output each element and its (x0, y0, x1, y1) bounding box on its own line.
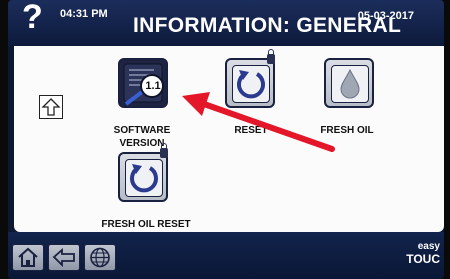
home-icon (18, 247, 38, 267)
top-bar: ? 04:31 PM INFORMATION: GENERAL 05-03-20… (8, 0, 444, 46)
scroll-up-button[interactable] (39, 95, 63, 119)
bottom-bar: easy TOUC (8, 232, 444, 279)
fryer-screen: ? 04:31 PM INFORMATION: GENERAL 05-03-20… (8, 0, 444, 279)
fresh-oil-button[interactable] (324, 58, 374, 108)
software-version-button[interactable]: 1.1 (118, 58, 168, 108)
reset-tile-face (232, 65, 270, 103)
date-display: 05-03-2017 (357, 10, 414, 22)
back-arrow-icon (52, 248, 75, 268)
version-badge: 1.1 (145, 80, 161, 92)
content-panel: 1.1 SOFTWARE VERSION RESET FRESH OIL FRE… (14, 46, 444, 232)
fresh-oil-label: FRESH OIL (320, 125, 374, 136)
software-version-label: SOFTWARE VERSION (113, 125, 171, 149)
up-arrow-icon (41, 98, 61, 116)
lock-icon (267, 49, 275, 64)
reset-label: RESET (234, 125, 268, 136)
oil-drop-icon (340, 68, 360, 99)
home-button[interactable] (12, 244, 44, 271)
globe-icon (90, 247, 110, 268)
help-icon[interactable]: ? (22, 0, 43, 37)
reset-button[interactable] (225, 49, 275, 108)
brand-logo: easy TOUC (406, 241, 440, 266)
fresh-oil-reset-label: FRESH OIL RESET (101, 219, 191, 230)
reset-icon (237, 70, 265, 99)
fresh-oil-reset-button[interactable] (118, 143, 168, 202)
reset-icon (130, 164, 158, 193)
language-button[interactable] (84, 244, 116, 271)
fresh-oil-tile-face (331, 65, 369, 103)
lock-icon (160, 143, 168, 158)
fresh-oil-reset-tile-face (125, 159, 163, 197)
back-button[interactable] (48, 244, 80, 271)
clock-time: 04:31 PM (60, 8, 108, 20)
